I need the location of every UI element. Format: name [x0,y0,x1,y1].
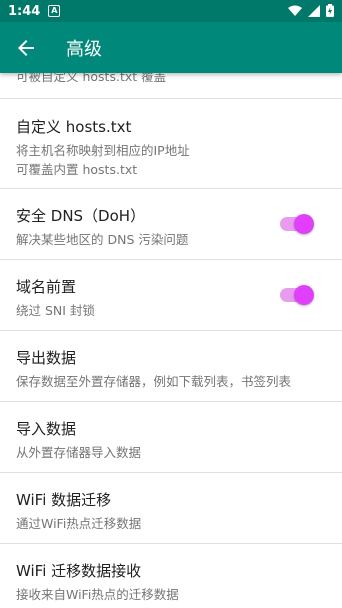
setting-export-data[interactable]: 导出数据 保存数据至外置存储器，例如下载列表，书签列表 [0,331,342,402]
setting-custom-hosts[interactable]: 自定义 hosts.txt 将主机名称映射到相应的IP地址 可覆盖内置 host… [0,99,342,189]
setting-title: 导入数据 [16,420,77,438]
setting-summary-2: 可覆盖内置 hosts.txt [16,162,138,177]
setting-title: 导出数据 [16,349,77,367]
app-bar: 高级 [0,22,342,73]
secure-dns-switch[interactable] [280,214,314,234]
setting-builtin-hosts[interactable]: 可被自定义 hosts.txt 覆盖 [0,73,342,99]
setting-summary: 从外置存储器导入数据 [16,445,142,460]
setting-title: 安全 DNS（DoH） [16,207,146,225]
setting-import-data[interactable]: 导入数据 从外置存储器导入数据 [0,402,342,473]
setting-domain-fronting[interactable]: 域名前置 绕过 SNI 封锁 [0,260,342,331]
wifi-icon [288,5,302,16]
setting-wifi-receive[interactable]: WiFi 迁移数据接收 接收来自WiFi热点的迁移数据 [0,544,342,608]
page-title: 高级 [66,38,102,60]
status-bar: 1:44 A [0,0,342,22]
setting-summary: 保存数据至外置存储器，例如下载列表，书签列表 [16,374,292,389]
setting-summary: 通过WiFi热点迁移数据 [16,516,142,531]
setting-title: 域名前置 [16,278,77,296]
setting-title: 自定义 hosts.txt [16,118,132,136]
setting-summary: 解决某些地区的 DNS 污染问题 [16,232,189,247]
domain-fronting-switch[interactable] [280,285,314,305]
setting-summary: 绕过 SNI 封锁 [16,303,95,318]
settings-list[interactable]: 可被自定义 hosts.txt 覆盖 自定义 hosts.txt 将主机名称映射… [0,73,342,608]
setting-summary: 可被自定义 hosts.txt 覆盖 [16,73,167,84]
setting-summary: 接收来自WiFi热点的迁移数据 [16,587,179,602]
switch-thumb [294,285,314,305]
notification-icon: A [48,5,61,17]
setting-summary: 将主机名称映射到相应的IP地址 [16,143,190,158]
switch-thumb [294,214,314,234]
cell-signal-icon [308,4,320,17]
status-icons [288,4,334,17]
setting-secure-dns[interactable]: 安全 DNS（DoH） 解决某些地区的 DNS 污染问题 [0,189,342,260]
status-time: 1:44 [8,3,41,19]
setting-title: WiFi 迁移数据接收 [16,562,142,580]
setting-wifi-migration[interactable]: WiFi 数据迁移 通过WiFi热点迁移数据 [0,473,342,544]
battery-icon [326,4,334,17]
back-arrow-icon[interactable] [14,36,38,60]
setting-title: WiFi 数据迁移 [16,491,112,509]
